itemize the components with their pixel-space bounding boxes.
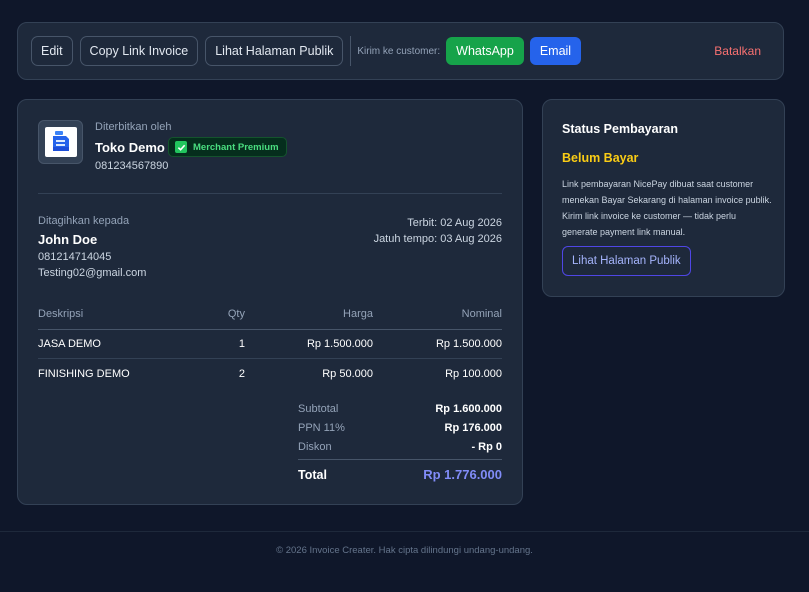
footer-divider	[0, 531, 809, 532]
whatsapp-button[interactable]: WhatsApp	[446, 37, 524, 65]
badge-label: Merchant Premium	[193, 141, 279, 153]
merchant-premium-badge: Merchant Premium	[168, 137, 287, 157]
issued-by-label: Diterbitkan oleh	[95, 121, 172, 133]
item-description: JASA DEMO	[38, 338, 101, 350]
due-date: Jatuh tempo: 03 Aug 2026	[373, 233, 502, 245]
item-amount: Rp 1.500.000	[435, 338, 502, 350]
subtotal-value: Rp 1.600.000	[435, 403, 502, 415]
merchant-name: Toko Demo	[95, 140, 165, 155]
item-price: Rp 1.500.000	[306, 338, 373, 350]
footer-copyright: © 2026 Invoice Creater. Hak cipta dilind…	[276, 545, 533, 556]
column-price: Harga	[343, 308, 373, 320]
item-amount: Rp 100.000	[445, 368, 502, 380]
invoice-card: Diterbitkan oleh Toko Demo Merchant Prem…	[17, 99, 523, 505]
discount-label: Diskon	[298, 441, 332, 453]
view-public-page-button[interactable]: Lihat Halaman Publik	[562, 246, 691, 276]
send-to-label: Kirim ke customer:	[357, 45, 441, 57]
toolbar-divider	[350, 36, 352, 66]
copy-link-button[interactable]: Copy Link Invoice	[79, 36, 199, 66]
item-qty: 2	[238, 368, 245, 380]
table-row-divider	[38, 358, 502, 359]
total-divider	[298, 459, 502, 460]
header-divider	[38, 193, 502, 194]
payment-status-card: Status Pembayaran Belum Bayar Link pemba…	[542, 99, 785, 297]
subtotal-label: Subtotal	[298, 403, 339, 415]
email-button[interactable]: Email	[529, 37, 582, 65]
item-price: Rp 50.000	[322, 368, 373, 380]
table-header-divider	[38, 329, 502, 330]
column-qty: Qty	[227, 308, 245, 320]
invoice-dates: Terbit: 02 Aug 2026 Jatuh tempo: 03 Aug …	[374, 215, 502, 247]
discount-value: - Rp 0	[471, 441, 502, 453]
customer-email: Testing02@gmail.com	[38, 267, 147, 279]
issued-date: Terbit: 02 Aug 2026	[407, 217, 502, 229]
column-amount: Nominal	[461, 308, 502, 320]
payment-status-description: Link pembayaran NicePay dibuat saat cust…	[562, 179, 772, 237]
customer-phone: 081214714045	[38, 251, 112, 263]
public-page-button[interactable]: Lihat Halaman Publik	[205, 36, 344, 66]
tax-label: PPN 11%	[298, 422, 345, 434]
payment-status-value: Belum Bayar	[562, 151, 639, 165]
column-description: Deskripsi	[38, 308, 84, 320]
edit-button[interactable]: Edit	[31, 36, 73, 66]
merchant-phone: 081234567890	[95, 160, 169, 172]
cancel-button[interactable]: Batalkan	[714, 44, 761, 58]
action-toolbar: Edit Copy Link Invoice Lihat Halaman Pub…	[17, 22, 784, 80]
total-value: Rp 1.776.000	[423, 467, 502, 482]
check-icon	[175, 141, 187, 153]
billed-to-label: Ditagihkan kepada	[38, 215, 130, 227]
item-qty: 1	[238, 338, 245, 350]
item-description: FINISHING DEMO	[38, 368, 130, 380]
merchant-logo	[38, 120, 83, 164]
invoice-logo-icon	[44, 127, 77, 157]
total-label: Total	[298, 468, 327, 482]
payment-status-title: Status Pembayaran	[562, 122, 679, 136]
customer-name: John Doe	[38, 232, 98, 247]
tax-value: Rp 176.000	[444, 422, 502, 434]
